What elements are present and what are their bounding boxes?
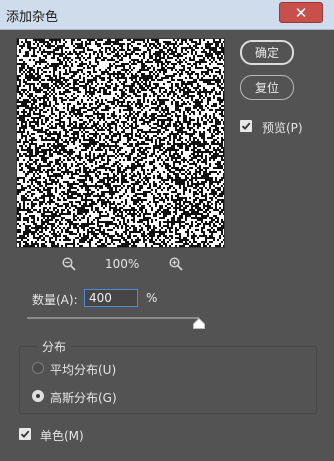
preview-label: 预览(P) [262,121,303,135]
gaussian-radio[interactable] [32,390,44,402]
checkmark-icon [20,430,30,438]
uniform-radio[interactable] [32,362,44,374]
zoom-in-icon[interactable] [169,257,183,271]
close-button[interactable]: ✕ [279,2,323,23]
preview-checkbox[interactable] [240,120,252,132]
amount-slider-thumb[interactable] [193,318,205,329]
zoom-level: 100% [105,257,140,271]
monochromatic-checkbox[interactable] [19,428,31,440]
uniform-label: 平均分布(U) [50,363,117,377]
gaussian-label: 高斯分布(G) [50,391,117,405]
monochromatic-label: 单色(M) [40,429,84,443]
ok-button[interactable]: 确定 [240,40,294,65]
reset-button[interactable]: 复位 [240,75,294,100]
dialog-title: 添加杂色 [6,10,59,25]
checkmark-icon [241,122,251,130]
amount-label: 数量(A): [32,293,78,307]
amount-slider-track[interactable] [27,317,199,319]
close-icon: ✕ [294,3,308,22]
reset-button-label: 复位 [254,81,279,95]
amount-unit: % [146,291,158,305]
title-bar[interactable]: 添加杂色 ✕ [0,0,334,30]
ok-button-label: 确定 [254,46,279,60]
distribution-title: 分布 [37,338,72,355]
noise-preview[interactable] [16,38,225,248]
zoom-out-icon[interactable] [62,257,76,271]
noise-preview-image [17,39,224,247]
amount-input[interactable]: 400 [84,289,138,307]
add-noise-dialog: 添加杂色 ✕ 确定 复位 预览(P) 100% 数量(A): 400 % 分布 [0,0,334,461]
